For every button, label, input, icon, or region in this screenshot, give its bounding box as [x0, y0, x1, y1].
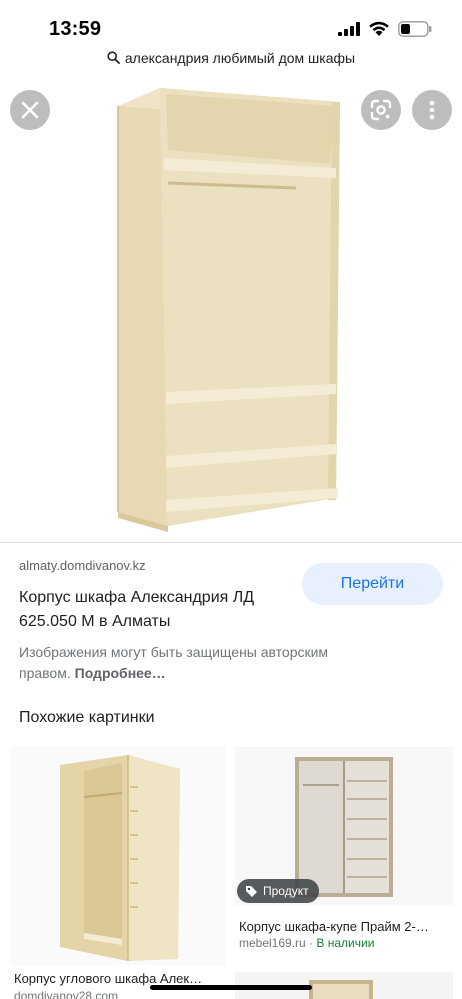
result-source[interactable]: almaty.domdivanov.kz [19, 558, 146, 573]
product-badge-label: Продукт [263, 884, 309, 898]
home-indicator[interactable] [150, 985, 312, 990]
search-icon [107, 51, 120, 64]
tag-icon [246, 885, 257, 897]
related-image [10, 747, 226, 965]
close-button[interactable] [10, 90, 50, 130]
related-caption: Корпус шкафа-купе Прайм 2-… [239, 919, 429, 934]
related-card[interactable]: Продукт Корпус шкафа-купе Прайм 2-… mebe… [235, 747, 453, 969]
copyright-text: Изображения могут быть защищены авторски… [19, 644, 329, 681]
more-vert-icon [429, 100, 435, 120]
related-card[interactable]: Корпус углового шкафа Алек… domdivanov28… [10, 747, 226, 999]
more-options-button[interactable] [412, 90, 452, 130]
divider [0, 542, 462, 543]
related-section-title: Похожие картинки [19, 709, 155, 726]
copyright-notice: Изображения могут быть защищены авторски… [19, 642, 379, 684]
meta-separator: · [309, 936, 314, 950]
related-source: domdivanov28.com [14, 989, 119, 999]
status-time: 13:59 [49, 18, 102, 40]
wardrobe-image [117, 88, 340, 532]
related-caption: Корпус углового шкафа Алек… [14, 971, 203, 986]
related-meta: mebel169.ru · В наличии [239, 936, 374, 950]
visit-button[interactable]: Перейти [302, 563, 443, 605]
learn-more-link[interactable]: Подробнее… [75, 665, 166, 681]
google-lens-icon [370, 99, 392, 121]
status-bar: 13:59 [0, 0, 462, 46]
corner-wardrobe-image [60, 755, 180, 961]
in-stock-label: В наличии [316, 936, 375, 950]
battery-icon [398, 21, 432, 37]
wifi-icon [369, 21, 389, 36]
cellular-signal-icon [338, 22, 360, 36]
result-title[interactable]: Корпус шкафа Александрия ЛД 625.050 М в … [19, 586, 309, 634]
search-query[interactable]: александрия любимый дом шкафы [0, 50, 462, 72]
close-icon [21, 101, 39, 119]
image-viewer[interactable] [0, 80, 462, 542]
related-source: mebel169.ru [239, 936, 306, 950]
google-lens-button[interactable] [361, 90, 401, 130]
product-badge: Продукт [237, 879, 319, 903]
search-query-text: александрия любимый дом шкафы [124, 50, 356, 66]
